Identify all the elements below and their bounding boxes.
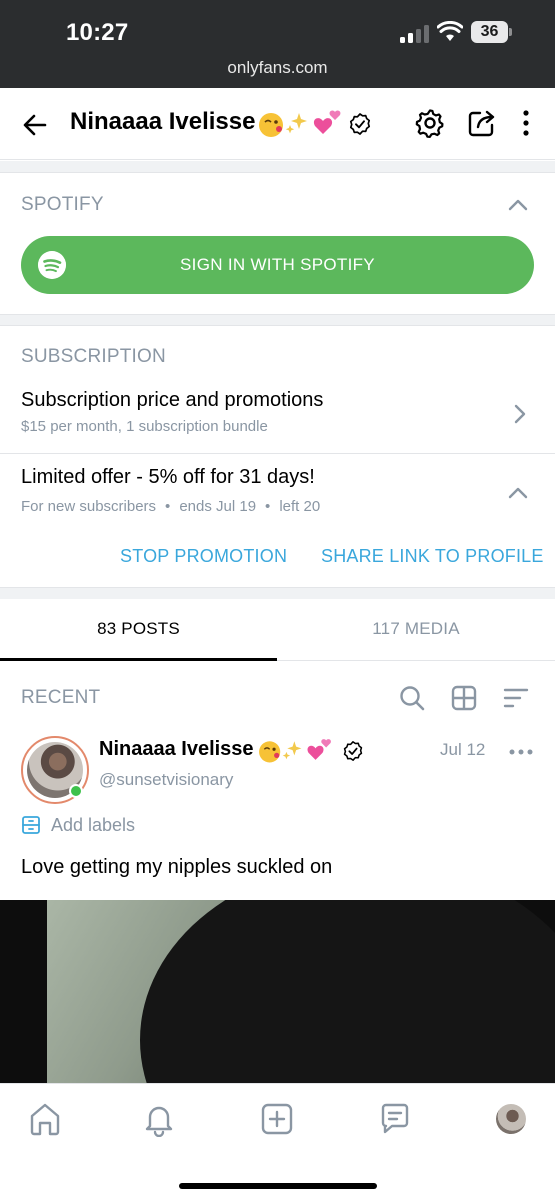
- home-indicator: [179, 1183, 377, 1189]
- chevron-up-icon[interactable]: [506, 481, 530, 505]
- back-arrow-icon[interactable]: [18, 108, 52, 142]
- subscription-price-subtitle: $15 per month, 1 subscription bundle: [21, 418, 268, 435]
- sort-icon[interactable]: [502, 684, 530, 712]
- divider: [0, 453, 555, 454]
- offer-end-date: ends Jul 19: [179, 498, 257, 515]
- post-author-handle[interactable]: @sunsetvisionary: [99, 770, 233, 790]
- emoji-decoration-icon: [259, 110, 341, 137]
- profile-avatar[interactable]: [496, 1104, 526, 1134]
- recent-section-title: RECENT: [21, 687, 101, 708]
- spotify-button-label: SIGN IN WITH SPOTIFY: [180, 255, 375, 274]
- verified-badge-icon: [343, 741, 363, 761]
- offer-audience: For new subscribers: [21, 498, 157, 515]
- chevron-up-icon[interactable]: [506, 193, 530, 217]
- share-link-to-profile-button[interactable]: SHARE LINK TO PROFILE: [321, 546, 544, 567]
- messages-icon[interactable]: [377, 1101, 413, 1137]
- label-icon[interactable]: [21, 815, 41, 835]
- section-gap: [0, 314, 555, 326]
- offer-title: Limited offer - 5% off for 31 days!: [21, 466, 315, 488]
- share-icon[interactable]: [466, 107, 498, 139]
- url-bar[interactable]: onlyfans.com: [0, 58, 555, 78]
- tab-media[interactable]: 117 MEDIA: [277, 600, 555, 661]
- bell-icon[interactable]: [141, 1101, 177, 1137]
- tab-posts[interactable]: 83 POSTS: [0, 600, 277, 661]
- add-labels-button[interactable]: Add labels: [51, 815, 135, 836]
- sign-in-spotify-button[interactable]: SIGN IN WITH SPOTIFY: [21, 236, 534, 294]
- post-author-name[interactable]: Ninaaaa Ivelisse: [99, 738, 254, 761]
- subscription-section-title: SUBSCRIPTION: [21, 346, 166, 367]
- home-icon[interactable]: [27, 1101, 63, 1137]
- online-status-indicator: [69, 784, 83, 798]
- more-horizontal-icon[interactable]: [508, 740, 534, 760]
- post-text: Love getting my nipples suckled on: [21, 856, 333, 878]
- status-bar: 10:27 36 onlyfans.com: [0, 0, 555, 88]
- wifi-icon: [437, 21, 463, 41]
- spotify-section-title: SPOTIFY: [21, 194, 104, 215]
- profile-name: Ninaaaa Ivelisse: [70, 108, 256, 135]
- chevron-right-icon[interactable]: [508, 402, 532, 426]
- profile-header: Ninaaaa Ivelisse: [0, 88, 555, 160]
- section-gap: [0, 587, 555, 599]
- offer-details: For new subscribers • ends Jul 19 • left 20: [21, 498, 321, 515]
- post-media[interactable]: [0, 900, 555, 1083]
- verified-badge-icon: [349, 113, 371, 135]
- more-vertical-icon[interactable]: [510, 107, 542, 139]
- add-post-icon[interactable]: [259, 1101, 295, 1137]
- cellular-signal-icon: [400, 23, 430, 43]
- battery-icon: 36: [471, 21, 512, 43]
- section-gap: [0, 161, 555, 173]
- stop-promotion-button[interactable]: STOP PROMOTION: [120, 546, 287, 567]
- offer-remaining: left 20: [279, 498, 321, 515]
- grid-view-icon[interactable]: [450, 684, 478, 712]
- post-date: Jul 12: [440, 740, 486, 759]
- subscription-price-title: Subscription price and promotions: [21, 389, 324, 411]
- emoji-decoration-icon: [259, 739, 331, 763]
- search-icon[interactable]: [398, 684, 426, 712]
- status-time: 10:27: [66, 19, 129, 46]
- battery-level: 36: [471, 21, 508, 43]
- settings-gear-icon[interactable]: [414, 107, 446, 139]
